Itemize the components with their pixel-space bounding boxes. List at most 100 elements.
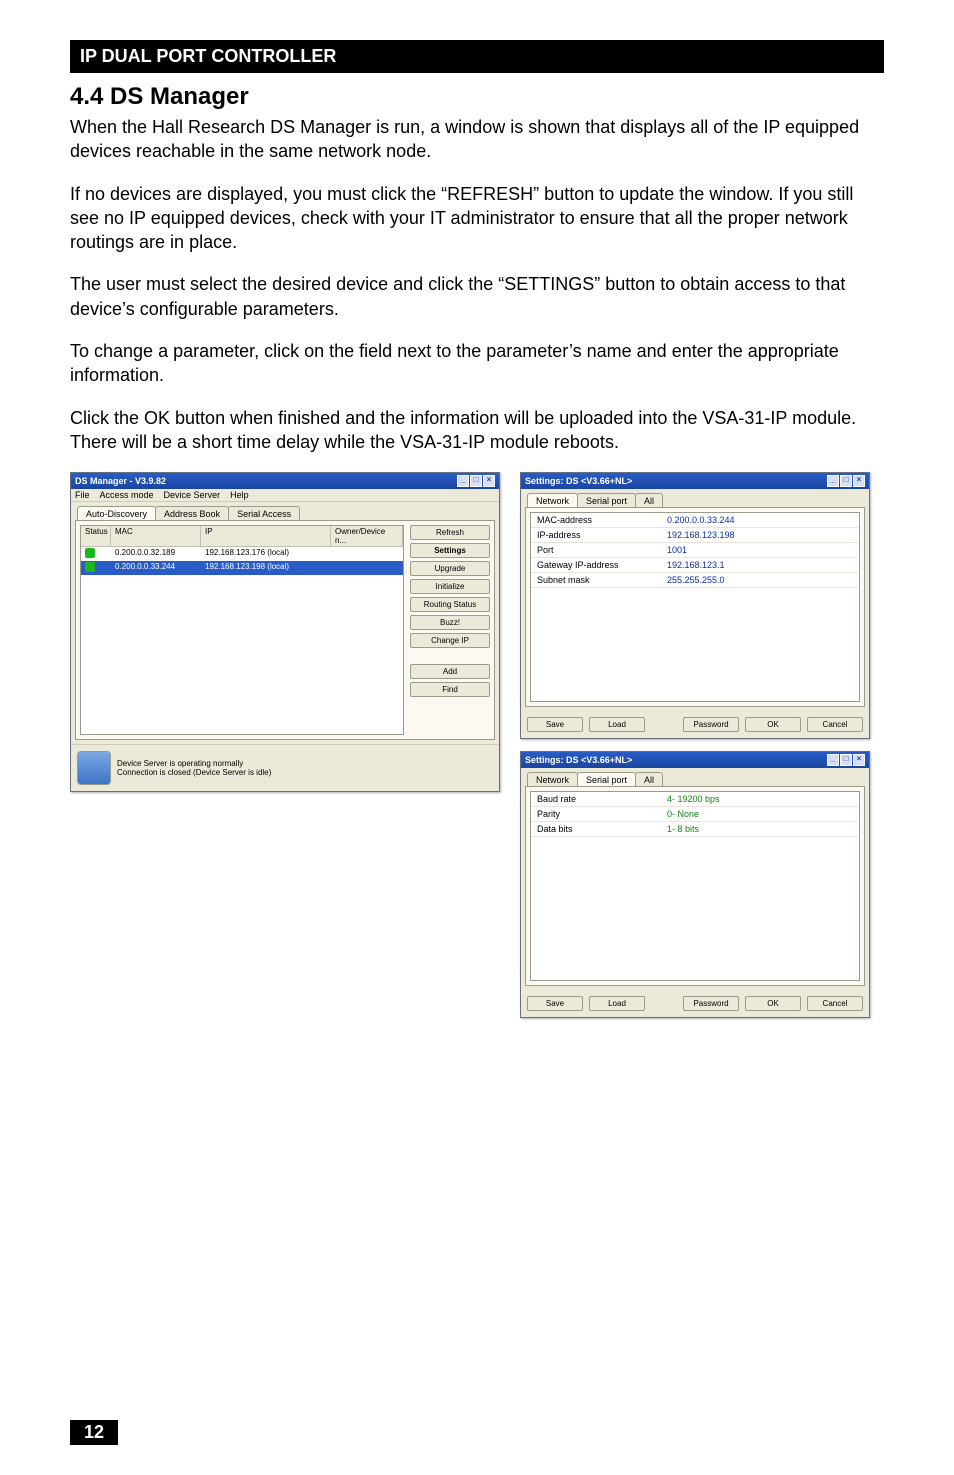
col-status[interactable]: Status: [81, 526, 111, 546]
find-button[interactable]: Find: [410, 682, 490, 697]
kv-row[interactable]: IP-address 192.168.123.198: [531, 528, 859, 543]
cancel-button[interactable]: Cancel: [807, 996, 863, 1011]
tab-network[interactable]: Network: [527, 493, 578, 507]
table-row[interactable]: 0.200.0.0.32.189 192.168.123.176 (local): [81, 547, 403, 561]
buzz-button[interactable]: Buzz!: [410, 615, 490, 630]
para-4: To change a parameter, click on the fiel…: [70, 339, 884, 388]
settings-serial-title: Settings: DS <V3.66+NL>: [525, 755, 632, 765]
settings-serial-list: Baud rate 4- 19200 bps Parity 0- None Da…: [530, 791, 860, 981]
save-button[interactable]: Save: [527, 717, 583, 732]
spacer: [410, 651, 490, 661]
ds-manager-window: DS Manager - V3.9.82 _ □ × File Access m…: [70, 472, 500, 792]
menu-help[interactable]: Help: [230, 490, 249, 500]
settings-serial-buttons: Save Load Password OK Cancel: [521, 990, 869, 1017]
minimize-icon[interactable]: _: [457, 475, 469, 487]
refresh-button[interactable]: Refresh: [410, 525, 490, 540]
maximize-icon[interactable]: □: [840, 754, 852, 766]
status-line-1: Device Server is operating normally: [117, 759, 271, 768]
kv-value[interactable]: 0.200.0.0.33.244: [661, 513, 859, 527]
kv-key: Subnet mask: [531, 573, 661, 587]
save-button[interactable]: Save: [527, 996, 583, 1011]
window-buttons: _ □ ×: [827, 754, 865, 766]
ds-status-bar: Device Server is operating normally Conn…: [71, 744, 499, 791]
kv-value[interactable]: 4- 19200 bps: [661, 792, 859, 806]
kv-row[interactable]: Port 1001: [531, 543, 859, 558]
kv-value[interactable]: 1001: [661, 543, 859, 557]
settings-button[interactable]: Settings: [410, 543, 490, 558]
kv-value[interactable]: 255.255.255.0: [661, 573, 859, 587]
add-button[interactable]: Add: [410, 664, 490, 679]
ds-manager-title: DS Manager - V3.9.82: [75, 476, 166, 486]
settings-net-buttons: Save Load Password OK Cancel: [521, 711, 869, 738]
device-table-header: Status MAC IP Owner/Device n...: [81, 526, 403, 547]
load-button[interactable]: Load: [589, 717, 645, 732]
minimize-icon[interactable]: _: [827, 475, 839, 487]
kv-key: Baud rate: [531, 792, 661, 806]
col-ip[interactable]: IP: [201, 526, 331, 546]
kv-value[interactable]: 192.168.123.198: [661, 528, 859, 542]
settings-net-title: Settings: DS <V3.66+NL>: [525, 476, 632, 486]
kv-key: IP-address: [531, 528, 661, 542]
tab-network[interactable]: Network: [527, 772, 578, 786]
maximize-icon[interactable]: □: [470, 475, 482, 487]
tab-address-book[interactable]: Address Book: [155, 506, 229, 520]
window-buttons: _ □ ×: [457, 475, 495, 487]
kv-value[interactable]: 0- None: [661, 807, 859, 821]
settings-net-body: MAC-address 0.200.0.0.33.244 IP-address …: [525, 507, 865, 707]
col-mac[interactable]: MAC: [111, 526, 201, 546]
row-mac: 0.200.0.0.32.189: [111, 547, 201, 561]
upgrade-button[interactable]: Upgrade: [410, 561, 490, 576]
kv-row[interactable]: Baud rate 4- 19200 bps: [531, 792, 859, 807]
menu-device-server[interactable]: Device Server: [164, 490, 221, 500]
ok-button[interactable]: OK: [745, 996, 801, 1011]
kv-row[interactable]: Gateway IP-address 192.168.123.1: [531, 558, 859, 573]
ds-side-buttons: Refresh Settings Upgrade Initialize Rout…: [410, 525, 490, 735]
kv-row[interactable]: Data bits 1- 8 bits: [531, 822, 859, 837]
load-button[interactable]: Load: [589, 996, 645, 1011]
tab-all[interactable]: All: [635, 493, 663, 507]
tab-auto-discovery[interactable]: Auto-Discovery: [77, 506, 156, 520]
kv-value[interactable]: 192.168.123.1: [661, 558, 859, 572]
kv-row[interactable]: MAC-address 0.200.0.0.33.244: [531, 513, 859, 528]
ds-manager-menubar: File Access mode Device Server Help: [71, 489, 499, 502]
menu-file[interactable]: File: [75, 490, 90, 500]
status-line-2: Connection is closed (Device Server is i…: [117, 768, 271, 777]
para-1: When the Hall Research DS Manager is run…: [70, 115, 884, 164]
section-heading: 4.4 DS Manager: [70, 83, 884, 111]
tab-serial-port[interactable]: Serial port: [577, 493, 636, 507]
row-ip: 192.168.123.198 (local): [201, 561, 331, 575]
menu-access-mode[interactable]: Access mode: [100, 490, 154, 500]
tab-all[interactable]: All: [635, 772, 663, 786]
row-owner: [331, 547, 403, 561]
settings-net-tabs: Network Serial port All: [521, 489, 869, 507]
password-button[interactable]: Password: [683, 717, 739, 732]
routing-status-button[interactable]: Routing Status: [410, 597, 490, 612]
close-icon[interactable]: ×: [483, 475, 495, 487]
close-icon[interactable]: ×: [853, 754, 865, 766]
kv-value[interactable]: 1- 8 bits: [661, 822, 859, 836]
cancel-button[interactable]: Cancel: [807, 717, 863, 732]
ok-button[interactable]: OK: [745, 717, 801, 732]
initialize-button[interactable]: Initialize: [410, 579, 490, 594]
change-ip-button[interactable]: Change IP: [410, 633, 490, 648]
kv-key: Parity: [531, 807, 661, 821]
col-owner[interactable]: Owner/Device n...: [331, 526, 403, 546]
tab-serial-port[interactable]: Serial port: [577, 772, 636, 786]
settings-serial-titlebar: Settings: DS <V3.66+NL> _ □ ×: [521, 752, 869, 768]
kv-row[interactable]: Parity 0- None: [531, 807, 859, 822]
kv-row[interactable]: Subnet mask 255.255.255.0: [531, 573, 859, 588]
settings-serial-window: Settings: DS <V3.66+NL> _ □ × Network Se…: [520, 751, 870, 1018]
tab-serial-access[interactable]: Serial Access: [228, 506, 300, 520]
ds-manager-titlebar: DS Manager - V3.9.82 _ □ ×: [71, 473, 499, 489]
page-header: IP DUAL PORT CONTROLLER: [70, 40, 884, 73]
minimize-icon[interactable]: _: [827, 754, 839, 766]
row-owner: [331, 561, 403, 575]
maximize-icon[interactable]: □: [840, 475, 852, 487]
spacer: [651, 996, 677, 1011]
table-row[interactable]: 0.200.0.0.33.244 192.168.123.198 (local): [81, 561, 403, 575]
kv-key: MAC-address: [531, 513, 661, 527]
password-button[interactable]: Password: [683, 996, 739, 1011]
settings-net-list: MAC-address 0.200.0.0.33.244 IP-address …: [530, 512, 860, 702]
device-table: Status MAC IP Owner/Device n... 0.200.0.…: [80, 525, 404, 735]
close-icon[interactable]: ×: [853, 475, 865, 487]
